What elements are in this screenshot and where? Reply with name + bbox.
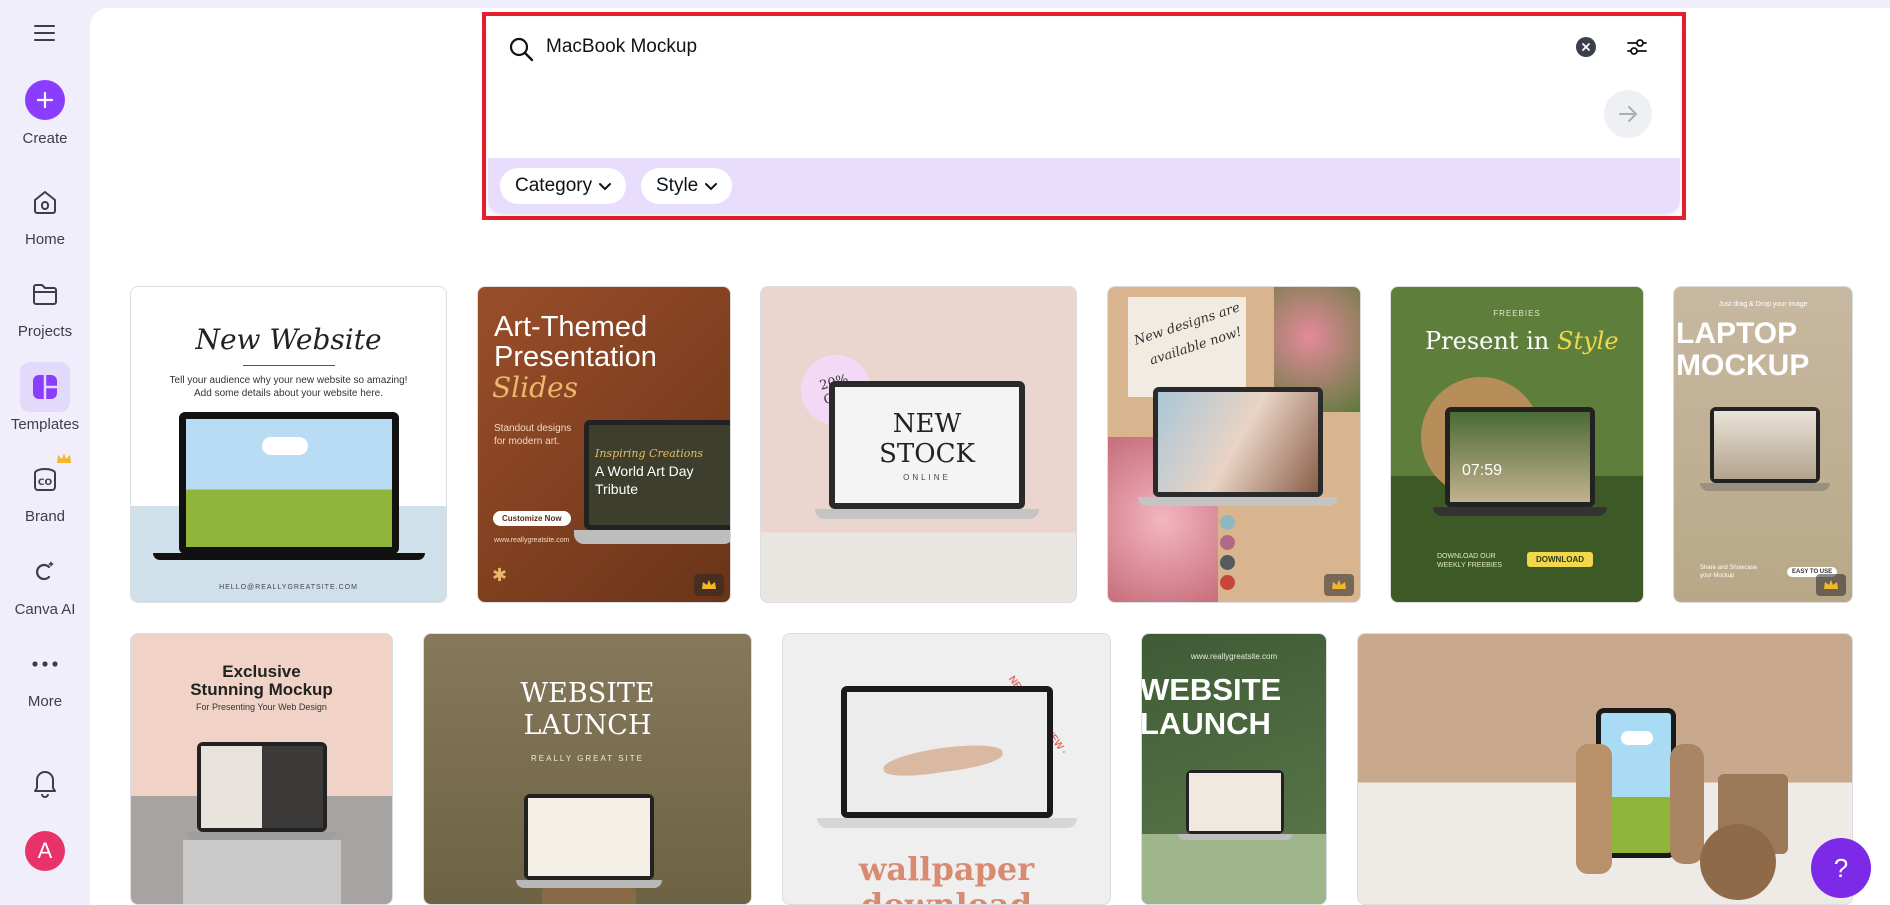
template-card-wallpaper-download[interactable]: NEW · NEW · NEW · wallpaper download: [782, 633, 1111, 905]
templates-icon: [20, 362, 70, 412]
template-card-art-presentation[interactable]: Art-Themed Presentation Slides Standout …: [477, 286, 731, 603]
submit-search-button[interactable]: [1604, 90, 1652, 138]
template-card-new-designs[interactable]: New designs are available now!: [1107, 286, 1361, 603]
chip-label: Style: [656, 175, 699, 196]
sidebar-item-label: Brand: [24, 508, 66, 525]
help-button[interactable]: ?: [1811, 838, 1871, 898]
chevron-down-icon: [705, 182, 718, 190]
sidebar-item-label: Canva AI: [14, 601, 76, 618]
sidebar-item-label: Create: [22, 130, 68, 147]
sidebar-item-create[interactable]: Create: [0, 80, 90, 147]
sidebar-item-home[interactable]: Home: [0, 181, 90, 248]
filter-chip-bar: Category Style: [488, 158, 1680, 214]
clear-search-icon[interactable]: [1576, 37, 1596, 57]
sidebar-item-label: Templates: [10, 416, 80, 433]
laptop-mockup: [179, 412, 399, 554]
premium-crown-icon: [1324, 574, 1354, 596]
hamburger-menu-icon[interactable]: [30, 20, 60, 48]
home-icon: [24, 181, 66, 223]
main-content: Category Style New Website Tell your aud…: [90, 8, 1890, 905]
sidebar-item-more[interactable]: More: [0, 643, 90, 710]
sidebar-item-templates[interactable]: Templates: [0, 362, 90, 433]
chip-label: Category: [515, 175, 593, 196]
template-card-present-in-style[interactable]: FREEBIES Present in Style 07:59 DOWNLOAD…: [1390, 286, 1644, 603]
search-icon: [508, 36, 534, 67]
category-filter-chip[interactable]: Category: [500, 168, 627, 204]
chevron-down-icon: [599, 182, 612, 190]
crown-icon: [56, 452, 72, 470]
template-card-new-website[interactable]: New Website Tell your audience why your …: [130, 286, 447, 603]
bell-icon[interactable]: [30, 766, 60, 803]
sidebar-item-label: Home: [24, 231, 65, 248]
canva-ai-icon: [24, 551, 66, 593]
avatar[interactable]: A: [25, 831, 65, 871]
template-card-website-launch-green[interactable]: www.reallygreatsite.com WEBSITE LAUNCH: [1141, 633, 1327, 905]
template-card-laptop-mockup[interactable]: Just drag & Drop your image LAPTOP MOCKU…: [1673, 286, 1853, 603]
template-card-exclusive-mockup[interactable]: Exclusive Stunning Mockup For Presenting…: [130, 633, 393, 905]
template-card-website-launch[interactable]: WEBSITE LAUNCH REALLY GREAT SITE: [423, 633, 752, 905]
svg-text:CO: CO: [38, 478, 53, 488]
sidebar-item-brand[interactable]: CO Brand: [0, 453, 90, 525]
premium-crown-icon: [694, 574, 724, 596]
search-input[interactable]: [546, 32, 1526, 62]
sidebar-item-label: More: [27, 693, 63, 710]
sidebar-item-projects[interactable]: Projects: [0, 273, 90, 340]
template-card-new-stock[interactable]: 20% OFF NEW STOCK ONLINE: [760, 286, 1077, 603]
plus-icon: [25, 80, 65, 120]
search-panel: Category Style: [482, 12, 1686, 220]
brand-icon: CO: [24, 453, 71, 500]
sidebar-item-label: Projects: [17, 323, 73, 340]
folder-icon: [24, 273, 66, 315]
template-card-tablet-mockup[interactable]: [1357, 633, 1853, 905]
sidebar: Create Home Projects Templates CO Brand …: [0, 0, 90, 905]
style-filter-chip[interactable]: Style: [641, 168, 733, 204]
filter-sliders-icon[interactable]: [1626, 37, 1648, 62]
more-dots-icon: [24, 643, 66, 685]
arrow-right-icon: [1619, 106, 1637, 122]
premium-crown-icon: [1816, 574, 1846, 596]
sidebar-item-canva-ai[interactable]: Canva AI: [0, 551, 90, 618]
